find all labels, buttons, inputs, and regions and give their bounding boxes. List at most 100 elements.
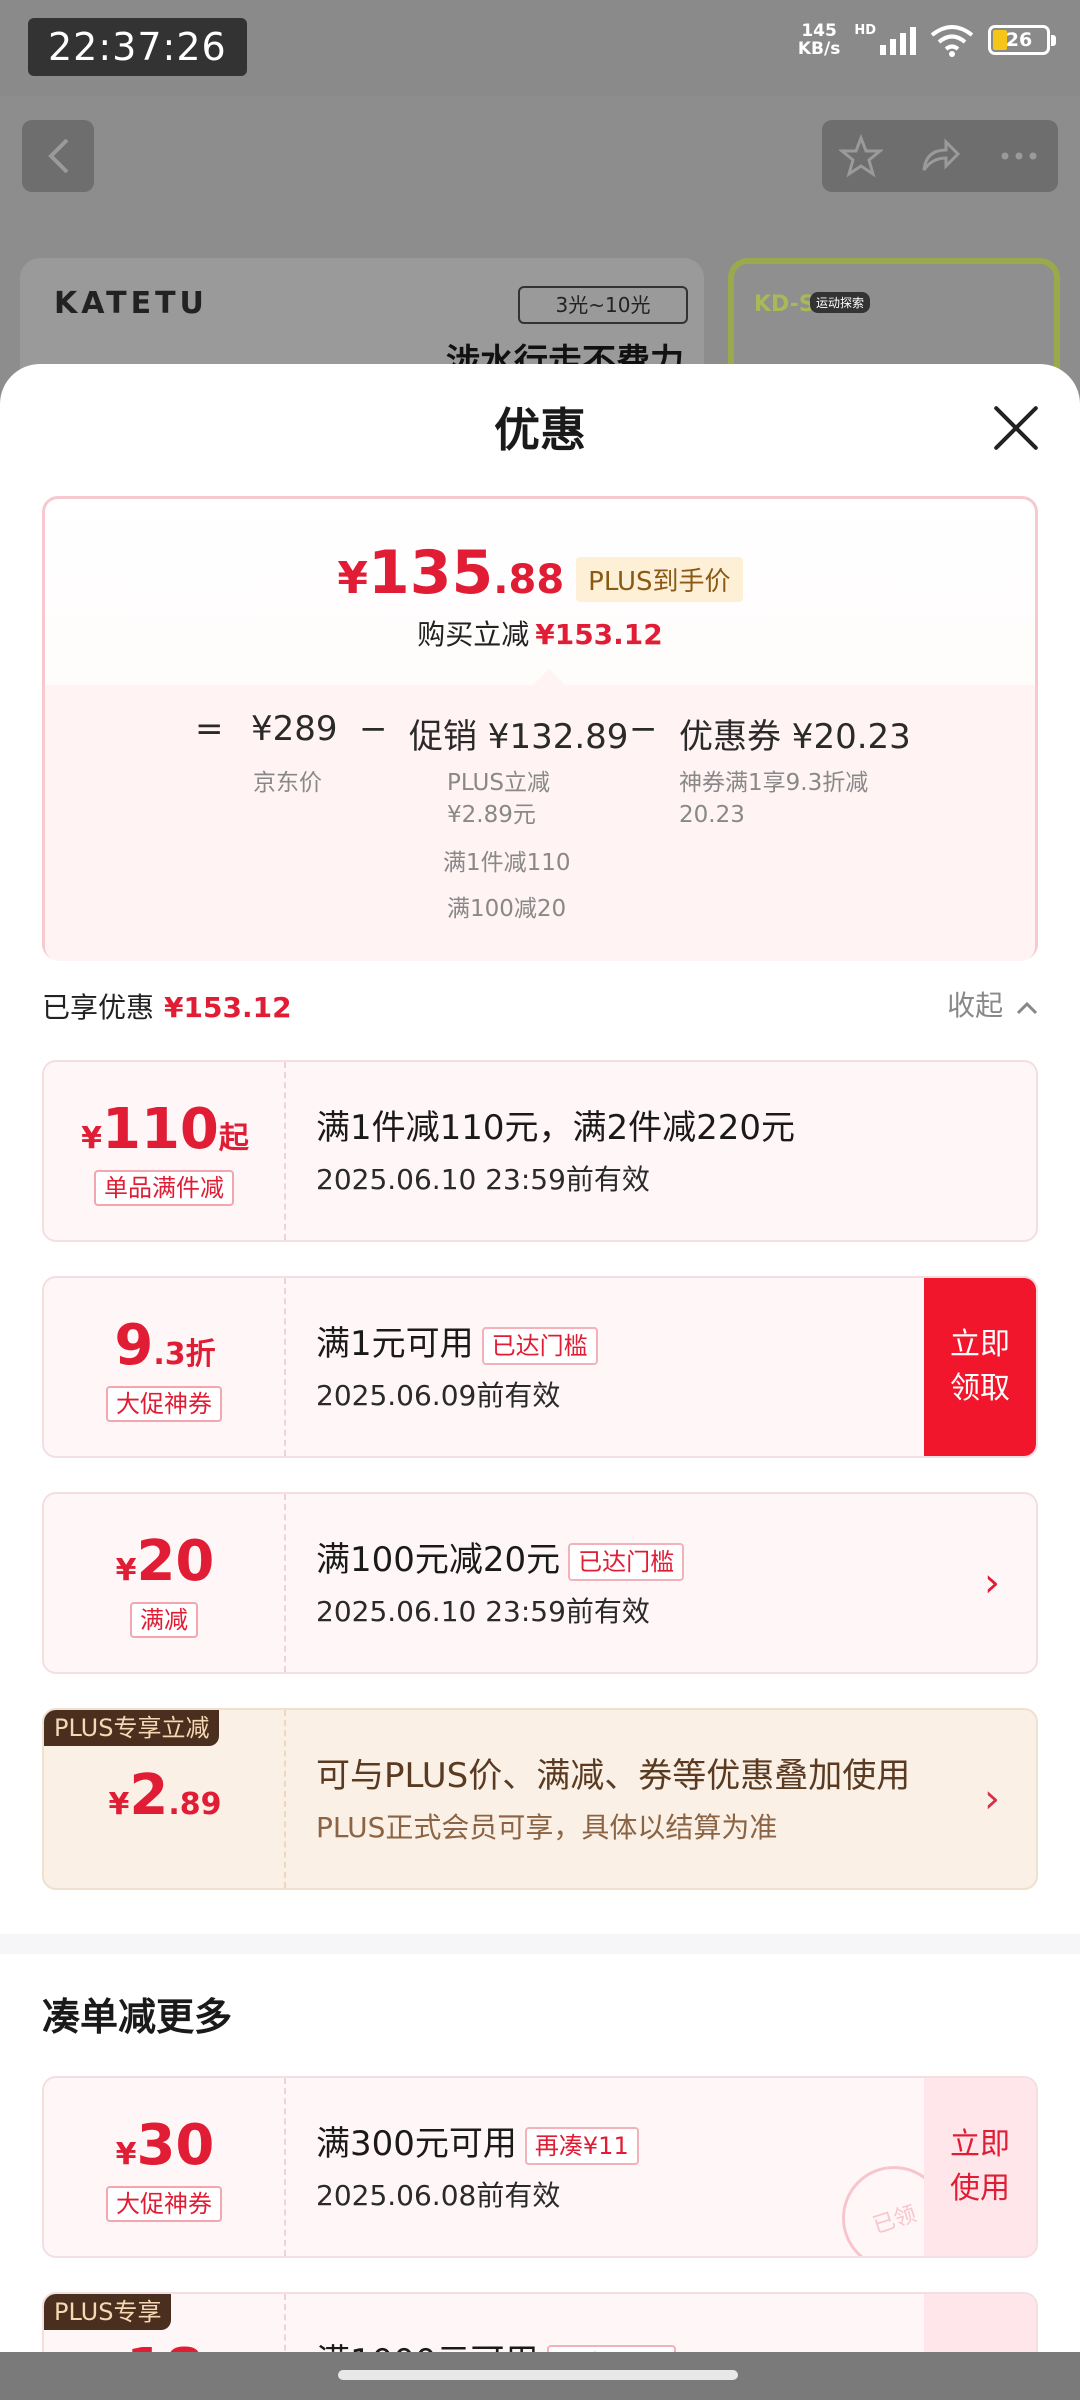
net-speed-value: 145 — [801, 21, 837, 41]
discount-sheet: 优惠 ¥135.88 PLUS到手价 购买立减 ¥153.12 = ¥289 − … — [0, 364, 1080, 2400]
buy-discount: 购买立减 ¥153.12 — [45, 613, 1035, 653]
top-up-badge: 再凑¥11 — [524, 2126, 639, 2165]
plus-ribbon: PLUS专享 — [44, 2294, 172, 2330]
enjoyed-value: ¥153.12 — [164, 991, 292, 1024]
signal-icon — [880, 25, 916, 55]
value-suffix: 起 — [218, 1121, 249, 1156]
chevron-up-icon — [1016, 1001, 1038, 1015]
product-page-background: KATETU 3光~10光 涉水行走不费力 KD-S 运动探索 — [0, 96, 1080, 398]
section-divider — [0, 1934, 1080, 1954]
value-prefix: ¥ — [81, 1121, 102, 1156]
buy-discount-label: 购买立减 — [417, 618, 530, 651]
buy-discount-value: ¥153.12 — [535, 618, 663, 651]
threshold-badge: 已达门槛 — [568, 1542, 685, 1581]
plus-ribbon: PLUS专享立减 — [44, 1710, 220, 1746]
discount-value: ¥2.89 — [44, 1764, 286, 1837]
use-button-label: 立即使用 — [950, 2127, 1010, 2206]
status-bar: 22:37:26 145 KB/s HD 26 — [0, 0, 1080, 96]
chevron-right-icon: › — [984, 1776, 1000, 1822]
back-icon — [48, 138, 69, 174]
value-number: 30 — [136, 2113, 215, 2178]
enjoyed-label: 已享优惠 — [42, 991, 155, 1024]
value-number: 110 — [101, 1097, 219, 1162]
discount-value: ¥110起 — [44, 1098, 286, 1171]
value-prefix: ¥ — [115, 1553, 137, 1588]
value-suffix: .89 — [168, 1787, 222, 1822]
value-number: 9 — [114, 1313, 154, 1378]
chevron-right-icon: › — [984, 1560, 1000, 1606]
discount-card-full-reduction[interactable]: ¥110起 单品满件减 满1件减110元，满2件减220元 2025.06.10… — [42, 1060, 1038, 1242]
discount-value: ¥20 — [44, 1530, 286, 1603]
value-number: 2 — [129, 1763, 169, 1828]
collapse-button[interactable]: 收起 — [947, 984, 1038, 1024]
value-suffix: .3折 — [153, 1337, 216, 1372]
price-formula: = ¥289 − 促销 ¥132.89 − 优惠券 ¥20.23 京东价 PLU… — [45, 669, 1035, 961]
net-speed: 145 KB/s — [798, 22, 840, 58]
collapse-label: 收起 — [947, 989, 1004, 1022]
formula-promo: 促销 ¥132.89 — [409, 717, 629, 757]
value-prefix: ¥ — [108, 1787, 130, 1822]
banner-logo: KATETU — [54, 286, 208, 321]
promo-sub-4: 满100减20 — [447, 896, 567, 922]
promo-sub-1: PLUS立减 — [447, 770, 550, 796]
discount-rule-text: 满300元可用 — [316, 2124, 517, 2164]
close-icon[interactable] — [992, 404, 1040, 452]
formula-coupon: 优惠券 ¥20.23 — [679, 717, 911, 757]
promo-sub-3: 满1件减110 — [443, 850, 571, 876]
banner-tag: 3光~10光 — [518, 286, 688, 324]
status-icons: 145 KB/s HD 26 — [798, 22, 1056, 58]
status-time: 22:37:26 — [28, 18, 247, 76]
battery-icon: 26 — [988, 25, 1056, 55]
discount-validity: 2025.06.08前有效 — [316, 2179, 561, 2212]
discount-type-tag: 单品满件减 — [94, 1170, 234, 1206]
discount-rule: 可与PLUS价、满减、券等优惠叠加使用 — [316, 1756, 911, 1796]
plus-price-tag: PLUS到手价 — [576, 557, 743, 602]
discount-rule: 满100元减20元 已达门槛 — [316, 1532, 685, 1581]
discount-type-tag: 大促神券 — [106, 1386, 222, 1422]
discount-validity: 2025.06.09前有效 — [316, 1379, 561, 1412]
more-section-title: 凑单减更多 — [42, 1995, 233, 2039]
price-summary: ¥135.88 PLUS到手价 购买立减 ¥153.12 = ¥289 − 促销 … — [42, 496, 1038, 961]
use-button[interactable]: 立即使用 — [924, 2078, 1036, 2256]
discount-validity: 2025.06.10 23:59前有效 — [316, 1163, 650, 1196]
wifi-icon — [930, 25, 974, 57]
formula-eq: = — [195, 709, 224, 749]
discount-type-tag: 满减 — [130, 1602, 198, 1638]
final-price: ¥135.88 — [337, 541, 564, 612]
discount-type-tag: 大促神券 — [106, 2186, 222, 2222]
discount-value: ¥30 — [44, 2114, 286, 2187]
discount-card-reduction[interactable]: ¥20 满减 满100元减20元 已达门槛 2025.06.10 23:59前有效… — [42, 1492, 1038, 1674]
promo-sub-2: ¥2.89元 — [447, 802, 536, 828]
jd-price-label: 京东价 — [253, 770, 322, 796]
back-button[interactable] — [22, 120, 94, 192]
home-indicator[interactable] — [338, 2370, 738, 2380]
banner2-brand: KD-S — [754, 292, 815, 317]
formula-minus-2: − — [629, 709, 658, 749]
discount-card-plus[interactable]: ¥2.89 PLUS专享立减 可与PLUS价、满减、券等优惠叠加使用 PLUS正… — [42, 1708, 1038, 1890]
battery-level: 26 — [1005, 29, 1033, 51]
claim-button[interactable]: 立即领取 — [924, 1278, 1036, 1456]
discount-card-coupon: 9.3折 大促神券 满1元可用 已达门槛 2025.06.09前有效 立即领取 — [42, 1276, 1038, 1458]
hd-label: HD — [854, 22, 876, 38]
claim-button-label: 立即领取 — [950, 1327, 1010, 1406]
value-number: 20 — [136, 1529, 215, 1594]
enjoyed-discount: 已享优惠 ¥153.12 — [42, 986, 292, 1026]
sheet-title: 优惠 — [494, 403, 586, 457]
more-icon[interactable] — [997, 134, 1041, 178]
coupon-sub-2: 20.23 — [679, 802, 745, 828]
discount-rule: 满1元可用 已达门槛 — [316, 1316, 598, 1365]
share-icon[interactable] — [918, 134, 962, 178]
value-prefix: ¥ — [115, 2137, 137, 2172]
discount-rule: 满1件减110元，满2件减220元 — [316, 1108, 796, 1148]
price-dec: .88 — [493, 557, 565, 603]
threshold-badge: 已达门槛 — [481, 1326, 598, 1365]
price-yen: ¥ — [337, 553, 369, 604]
net-speed-unit: KB/s — [797, 39, 841, 59]
coupon-sub-1: 神券满1享9.3折减 — [679, 770, 869, 796]
formula-jd-price: ¥289 — [251, 709, 338, 749]
discount-value: 9.3折 — [44, 1314, 286, 1387]
discount-note: PLUS正式会员可享，具体以结算为准 — [316, 1811, 778, 1844]
star-icon[interactable] — [839, 134, 884, 178]
formula-minus-1: − — [359, 709, 388, 749]
discount-rule-text: 满1元可用 — [316, 1324, 474, 1364]
